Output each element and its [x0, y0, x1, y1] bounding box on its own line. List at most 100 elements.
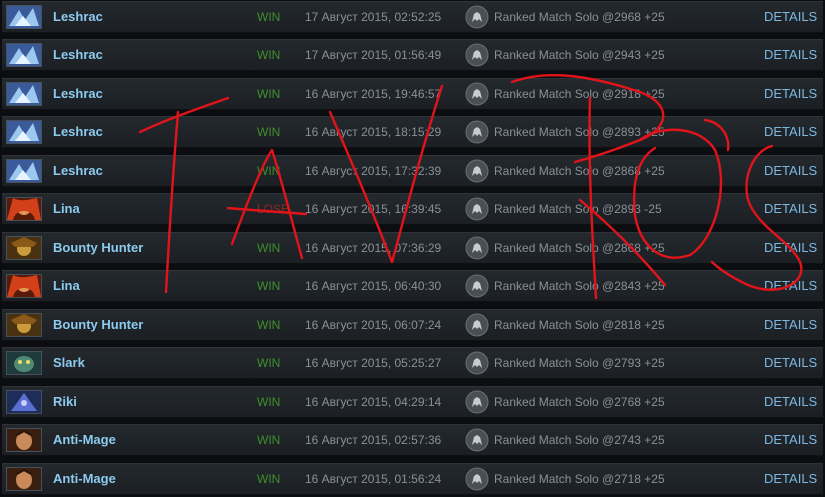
match-mode: Ranked Match Solo @2893 +25 [494, 125, 665, 139]
match-mode: Ranked Match Solo @2743 +25 [494, 433, 665, 447]
hero-name[interactable]: Leshrac [53, 47, 103, 62]
match-date: 17 Август 2015, 01:56:49 [305, 48, 442, 62]
match-result: LOSE [257, 202, 290, 216]
match-mode: Ranked Match Solo @2718 +25 [494, 472, 665, 486]
match-date: 16 Август 2015, 16:39:45 [305, 202, 442, 216]
ranked-mode-icon [465, 197, 489, 221]
hero-name[interactable]: Riki [53, 394, 77, 409]
ranked-mode-icon [465, 43, 489, 67]
hero-name[interactable]: Lina [53, 201, 80, 216]
details-link[interactable]: DETAILS [764, 124, 817, 139]
details-link[interactable]: DETAILS [764, 9, 817, 24]
lina-portrait-icon [6, 197, 42, 221]
leshrac-portrait-icon [6, 159, 42, 183]
match-result: WIN [257, 433, 281, 447]
match-result: WIN [257, 164, 281, 178]
hero-name[interactable]: Lina [53, 278, 80, 293]
match-result: WIN [257, 279, 281, 293]
details-link[interactable]: DETAILS [764, 432, 817, 447]
match-result: WIN [257, 241, 281, 255]
hero-name[interactable]: Anti-Mage [53, 471, 116, 486]
match-mode: Ranked Match Solo @2943 +25 [494, 48, 665, 62]
match-row[interactable]: Anti-Mage WIN 16 Август 2015, 02:57:36 Rank… [2, 424, 823, 456]
match-row[interactable]: Lina WIN 16 Август 2015, 06:40:30 Ranked Ma… [2, 270, 823, 302]
match-result: WIN [257, 395, 281, 409]
match-mode: Ranked Match Solo @2843 +25 [494, 279, 665, 293]
anti-mage-portrait-icon [6, 428, 42, 452]
match-date: 16 Август 2015, 06:07:24 [305, 318, 442, 332]
ranked-mode-icon [465, 120, 489, 144]
match-row[interactable]: Leshrac WIN 16 Август 2015, 17:32:39 Ranked… [2, 155, 823, 187]
match-date: 16 Август 2015, 07:36:29 [305, 241, 442, 255]
match-result: WIN [257, 356, 281, 370]
hero-name[interactable]: Bounty Hunter [53, 317, 143, 332]
match-date: 16 Август 2015, 06:40:30 [305, 279, 442, 293]
match-row[interactable]: Lina LOSE 16 Август 2015, 16:39:45 Ranked M… [2, 193, 823, 225]
match-result: WIN [257, 472, 281, 486]
hero-name[interactable]: Leshrac [53, 124, 103, 139]
details-link[interactable]: DETAILS [764, 317, 817, 332]
hero-name[interactable]: Slark [53, 355, 85, 370]
match-result: WIN [257, 48, 281, 62]
details-link[interactable]: DETAILS [764, 471, 817, 486]
hero-name[interactable]: Bounty Hunter [53, 240, 143, 255]
match-date: 16 Август 2015, 18:15:29 [305, 125, 442, 139]
match-date: 16 Август 2015, 04:29:14 [305, 395, 442, 409]
match-date: 16 Август 2015, 19:46:57 [305, 87, 442, 101]
ranked-mode-icon [465, 313, 489, 337]
match-mode: Ranked Match Solo @2818 +25 [494, 318, 665, 332]
hero-name[interactable]: Leshrac [53, 86, 103, 101]
match-row[interactable]: Riki WIN 16 Август 2015, 04:29:14 Ranked Ma… [2, 386, 823, 418]
details-link[interactable]: DETAILS [764, 355, 817, 370]
match-mode: Ranked Match Solo @2793 +25 [494, 356, 665, 370]
match-row[interactable]: Slark WIN 16 Август 2015, 05:25:27 Ranked M… [2, 347, 823, 379]
details-link[interactable]: DETAILS [764, 240, 817, 255]
match-row[interactable]: Leshrac WIN 17 Август 2015, 02:52:25 Ranked… [2, 1, 823, 33]
leshrac-portrait-icon [6, 43, 42, 67]
details-link[interactable]: DETAILS [764, 201, 817, 216]
hero-name[interactable]: Leshrac [53, 9, 103, 24]
details-link[interactable]: DETAILS [764, 47, 817, 62]
match-row[interactable]: Leshrac WIN 16 Август 2015, 19:46:57 Ranked… [2, 78, 823, 110]
details-link[interactable]: DETAILS [764, 394, 817, 409]
match-result: WIN [257, 10, 281, 24]
ranked-mode-icon [465, 82, 489, 106]
hero-name[interactable]: Leshrac [53, 163, 103, 178]
leshrac-portrait-icon [6, 82, 42, 106]
match-mode: Ranked Match Solo @2868 +25 [494, 164, 665, 178]
ranked-mode-icon [465, 159, 489, 183]
details-link[interactable]: DETAILS [764, 86, 817, 101]
match-mode: Ranked Match Solo @2918 +25 [494, 87, 665, 101]
bounty-hunter-portrait-icon [6, 236, 42, 260]
match-date: 16 Август 2015, 01:56:24 [305, 472, 442, 486]
ranked-mode-icon [465, 5, 489, 29]
match-mode: Ranked Match Solo @2768 +25 [494, 395, 665, 409]
match-result: WIN [257, 318, 281, 332]
match-row[interactable]: Bounty Hunter WIN 16 Август 2015, 06:07:24… [2, 309, 823, 341]
hero-name[interactable]: Anti-Mage [53, 432, 116, 447]
ranked-mode-icon [465, 428, 489, 452]
ranked-mode-icon [465, 274, 489, 298]
match-date: 16 Август 2015, 02:57:36 [305, 433, 442, 447]
leshrac-portrait-icon [6, 5, 42, 29]
lina-portrait-icon [6, 274, 42, 298]
riki-portrait-icon [6, 390, 42, 414]
match-row[interactable]: Leshrac WIN 16 Август 2015, 18:15:29 Ranked… [2, 116, 823, 148]
match-mode: Ranked Match Solo @2868 +25 [494, 241, 665, 255]
match-row[interactable]: Bounty Hunter WIN 16 Август 2015, 07:36:29… [2, 232, 823, 264]
ranked-mode-icon [465, 236, 489, 260]
details-link[interactable]: DETAILS [764, 278, 817, 293]
anti-mage-portrait-icon [6, 467, 42, 491]
match-row[interactable]: Anti-Mage WIN 16 Август 2015, 01:56:24 Rank… [2, 463, 823, 495]
match-date: 16 Август 2015, 05:25:27 [305, 356, 442, 370]
ranked-mode-icon [465, 351, 489, 375]
slark-portrait-icon [6, 351, 42, 375]
match-date: 16 Август 2015, 17:32:39 [305, 164, 442, 178]
leshrac-portrait-icon [6, 120, 42, 144]
match-row[interactable]: Leshrac WIN 17 Август 2015, 01:56:49 Ranked… [2, 39, 823, 71]
match-mode: Ranked Match Solo @2968 +25 [494, 10, 665, 24]
details-link[interactable]: DETAILS [764, 163, 817, 178]
ranked-mode-icon [465, 467, 489, 491]
ranked-mode-icon [465, 390, 489, 414]
bounty-hunter-portrait-icon [6, 313, 42, 337]
